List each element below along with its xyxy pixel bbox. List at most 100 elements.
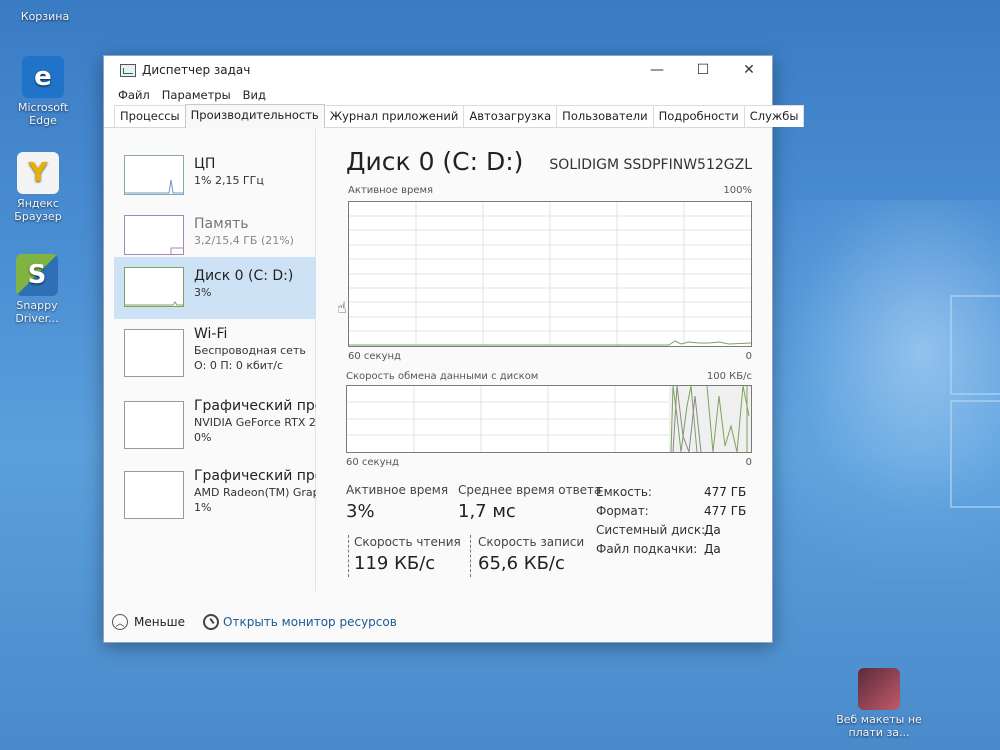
resource-item-cpu[interactable]: ЦП 1% 2,15 ГГц xyxy=(114,145,316,207)
desktop-icon-label: Яндекс Браузер xyxy=(14,197,62,223)
system-disk-value: Да xyxy=(704,523,721,537)
desktop-icon-snappy[interactable]: S Snappy Driver... xyxy=(0,254,77,325)
resource-sub: О: 0 П: 0 кбит/с xyxy=(194,359,284,372)
tab-processes[interactable]: Процессы xyxy=(114,105,186,127)
capacity-value: 477 ГБ xyxy=(704,485,747,499)
cpu-thumbnail-graph xyxy=(124,155,184,195)
graph1-label: Активное время xyxy=(348,185,434,196)
tab-services[interactable]: Службы xyxy=(743,105,805,127)
write-speed-value: 65,6 КБ/с xyxy=(478,553,565,574)
graph2-label: Скорость обмена данными с диском xyxy=(346,371,539,382)
write-separator xyxy=(470,535,471,577)
desktop-icon-label: Snappy Driver... xyxy=(15,299,59,325)
close-button[interactable]: ✕ xyxy=(726,56,772,84)
desktop-icon-label: Корзина xyxy=(20,10,70,23)
gpu-thumbnail-graph xyxy=(124,471,184,519)
gpu-thumbnail-graph xyxy=(124,401,184,449)
wifi-thumbnail-graph xyxy=(124,329,184,377)
task-manager-icon xyxy=(120,63,136,77)
tab-startup[interactable]: Автозагрузка xyxy=(463,105,558,127)
active-time-graph xyxy=(348,201,752,347)
capacity-label: Емкость: xyxy=(596,485,652,499)
task-manager-window: Диспетчер задач — ☐ ✕ Файл Параметры Вид… xyxy=(103,55,805,643)
graph1-min: 0 xyxy=(745,351,752,362)
read-speed-value: 119 КБ/с xyxy=(354,553,436,574)
resource-item-wifi[interactable]: Wi-Fi Беспроводная сеть О: 0 П: 0 кбит/с xyxy=(114,319,316,389)
window-title: Диспетчер задач xyxy=(142,63,251,77)
minimize-button[interactable]: — xyxy=(634,56,680,84)
resource-item-gpu-nvidia[interactable]: Графический про NVIDIA GeForce RTX 20 0% xyxy=(114,391,316,461)
active-time-label: Активное время xyxy=(346,483,449,497)
resource-sub: Беспроводная сеть xyxy=(194,344,306,357)
yandex-icon: Y xyxy=(17,152,59,194)
resource-sub: NVIDIA GeForce RTX 20 xyxy=(194,416,316,429)
desktop-icon-web-mockups[interactable]: Веб макеты не плати за... xyxy=(834,668,924,739)
resource-name: Диск 0 (C: D:) xyxy=(194,268,294,284)
edge-icon: e xyxy=(22,56,64,98)
resource-item-gpu-amd[interactable]: Графический про AMD Radeon(TM) Grap 1% xyxy=(114,461,316,531)
desktop-icon-recycle-bin[interactable]: Корзина xyxy=(5,10,85,23)
pagefile-value: Да xyxy=(704,542,721,556)
hand-cursor-icon: ☝ xyxy=(337,298,347,317)
transfer-rate-graph-canvas xyxy=(347,386,751,452)
menu-view[interactable]: Вид xyxy=(243,88,266,102)
resource-item-disk[interactable]: Диск 0 (C: D:) 3% xyxy=(114,257,316,319)
open-resource-monitor-link[interactable]: Открыть монитор ресурсов xyxy=(223,615,397,629)
footer-bar: ︿ Меньше Открыть монитор ресурсов xyxy=(104,607,772,637)
memory-thumbnail-graph xyxy=(124,215,184,255)
resource-list: ЦП 1% 2,15 ГГц Память 3,2/15,4 ГБ (21%) xyxy=(104,129,316,591)
graph2-min: 0 xyxy=(745,457,752,468)
format-value: 477 ГБ xyxy=(704,504,747,518)
disk-thumbnail-graph xyxy=(124,267,184,307)
resource-name: Wi-Fi xyxy=(194,326,228,342)
title-bar[interactable]: Диспетчер задач — ☐ ✕ xyxy=(104,56,772,84)
desktop-window-pane xyxy=(950,295,1000,395)
menu-options[interactable]: Параметры xyxy=(162,88,231,102)
resource-name: ЦП xyxy=(194,156,216,172)
disk-model: SOLIDIGM SSDPFINW512GZL xyxy=(549,157,752,173)
menu-bar: Файл Параметры Вид xyxy=(104,84,772,106)
pagefile-label: Файл подкачки: xyxy=(596,542,698,556)
tab-app-history[interactable]: Журнал приложений xyxy=(323,105,465,127)
menu-file[interactable]: Файл xyxy=(118,88,150,102)
read-speed-label: Скорость чтения xyxy=(354,535,461,549)
resource-sub: 0% xyxy=(194,431,212,444)
desktop-icon-label: Microsoft Edge xyxy=(17,101,69,127)
resource-sub: 1% xyxy=(194,501,212,514)
graph2-time: 60 секунд xyxy=(346,457,399,468)
resource-name: Графический про xyxy=(194,468,316,484)
performance-content: ЦП 1% 2,15 ГГц Память 3,2/15,4 ГБ (21%) xyxy=(104,129,772,591)
active-time-value: 3% xyxy=(346,501,375,522)
resource-sub: 3,2/15,4 ГБ (21%) xyxy=(194,234,294,247)
tab-details[interactable]: Подробности xyxy=(652,105,745,127)
transfer-rate-graph xyxy=(346,385,752,453)
chevron-up-icon[interactable]: ︿ xyxy=(112,614,128,630)
format-label: Формат: xyxy=(596,504,649,518)
resource-monitor-icon xyxy=(203,614,220,630)
tab-bar: Процессы Производительность Журнал прило… xyxy=(104,104,805,128)
system-disk-label: Системный диск: xyxy=(596,523,706,537)
desktop-icon-label: Веб макеты не плати за... xyxy=(836,713,922,739)
web-mockups-icon xyxy=(858,668,900,710)
resource-name: Память xyxy=(194,216,249,232)
detail-title: Диск 0 (C: D:) xyxy=(346,147,524,176)
response-time-value: 1,7 мс xyxy=(458,501,516,522)
tab-performance[interactable]: Производительность xyxy=(184,104,325,128)
disk-detail-panel: Диск 0 (C: D:) SOLIDIGM SSDPFINW512GZL А… xyxy=(332,129,762,591)
tab-users[interactable]: Пользователи xyxy=(556,105,654,127)
resource-sub: 1% 2,15 ГГц xyxy=(194,174,264,187)
snappy-icon: S xyxy=(16,254,58,296)
maximize-button[interactable]: ☐ xyxy=(680,56,726,84)
desktop-window-pane xyxy=(950,400,1000,508)
response-time-label: Среднее время ответа xyxy=(458,483,602,497)
desktop-icon-edge[interactable]: e Microsoft Edge xyxy=(3,56,83,127)
resource-sub: AMD Radeon(TM) Grap xyxy=(194,486,316,499)
graph1-time: 60 секунд xyxy=(348,351,401,362)
resource-name: Графический про xyxy=(194,398,316,414)
desktop-icon-yandex[interactable]: Y Яндекс Браузер xyxy=(0,152,78,223)
read-separator xyxy=(348,535,349,577)
graph2-max: 100 КБ/с xyxy=(706,371,752,382)
fewer-details-button[interactable]: Меньше xyxy=(134,615,185,629)
resource-sub: 3% xyxy=(194,286,212,299)
graph1-max: 100% xyxy=(723,185,752,196)
